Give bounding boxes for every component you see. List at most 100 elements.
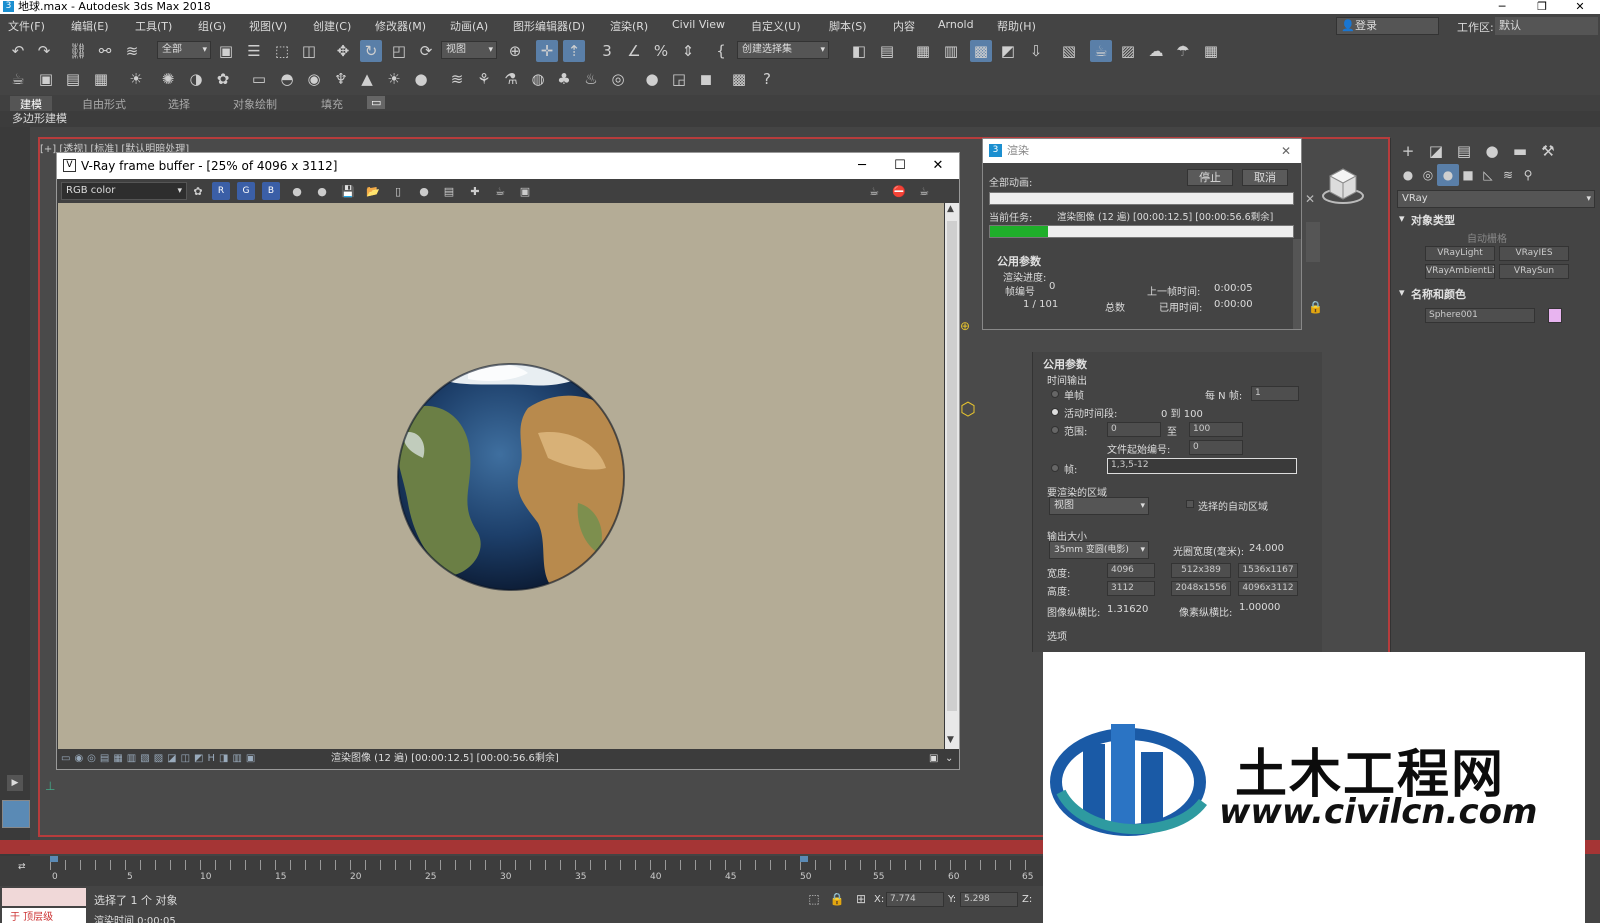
range-radio[interactable] <box>1051 426 1059 434</box>
render-active-shade-icon[interactable]: ☂ <box>1172 40 1194 62</box>
vray-sphere-icon[interactable]: ◍ <box>527 68 549 90</box>
vray-hair-icon[interactable]: ♨ <box>580 68 602 90</box>
menu-views[interactable]: 视图(V) <box>249 18 287 34</box>
vray-dome-icon[interactable]: ✿ <box>212 68 234 90</box>
rotate-icon[interactable]: ↻ <box>360 40 382 62</box>
selection-lock-icon[interactable]: 🔒 <box>826 888 848 910</box>
hierarchy-tab-icon[interactable]: ▤ <box>1453 140 1475 162</box>
render-iterative-icon[interactable]: ☁ <box>1145 40 1167 62</box>
unlink-icon[interactable]: ⚯ <box>94 40 116 62</box>
vray-toolbar-icon[interactable]: ▦ <box>1200 40 1222 62</box>
vrayambientlight-button[interactable]: VRayAmbientLight <box>1425 264 1495 279</box>
scroll-up-icon[interactable]: ▲ <box>947 204 954 214</box>
close-button[interactable]: ✕ <box>1560 0 1600 14</box>
select-manipulate-icon[interactable]: ✛ <box>536 40 558 62</box>
link-icon[interactable]: ⛓ <box>67 40 89 62</box>
menu-arnold[interactable]: Arnold <box>938 18 974 31</box>
name-color-rollout[interactable]: 名称和颜色 <box>1411 286 1466 302</box>
spinner-snap-icon[interactable]: ⇕ <box>677 40 699 62</box>
vrayies-button[interactable]: VRayIES <box>1499 246 1569 261</box>
vray-light-icon[interactable]: ✺ <box>157 68 179 90</box>
menu-civil-view[interactable]: Civil View <box>672 18 725 31</box>
vray-sky-icon[interactable]: ● <box>410 68 432 90</box>
history-icon[interactable]: ▣ <box>516 182 534 200</box>
target-helper-icon[interactable]: ⊕ <box>960 319 970 333</box>
object-type-rollout-icon[interactable]: ▾ <box>1399 212 1405 225</box>
isolate-selection-icon[interactable]: ⬚ <box>803 888 825 910</box>
preset-4096x3112-button[interactable]: 4096x3112 <box>1238 581 1298 596</box>
light-category-dropdown[interactable]: VRay <box>1397 190 1595 208</box>
vfb-render-canvas[interactable] <box>58 203 944 749</box>
help-icon[interactable]: ? <box>756 68 778 90</box>
track-mouse-icon[interactable]: ▤ <box>440 182 458 200</box>
render-dialog-scrollbar[interactable] <box>1293 239 1301 329</box>
lock-icon[interactable]: 🔒 <box>1308 300 1323 314</box>
play-icon[interactable]: ▶ <box>7 775 23 791</box>
vray-camera-icon[interactable]: ◼ <box>695 68 717 90</box>
frames-input[interactable]: 1,3,5-12 <box>1107 458 1297 474</box>
keyboard-shortcut-icon[interactable]: ⇡ <box>563 40 585 62</box>
spacewarps-icon[interactable]: ≋ <box>1497 164 1519 186</box>
workspace-dropdown[interactable]: 默认 <box>1495 17 1598 35</box>
material-editor-icon[interactable]: ⇩ <box>1025 40 1047 62</box>
color-picker-icon[interactable]: ✿ <box>189 182 207 200</box>
every-nth-input[interactable]: 1 <box>1251 386 1299 401</box>
stop-button[interactable]: 停止 <box>1187 169 1233 186</box>
named-selection-dropdown[interactable]: 创建选择集 <box>737 41 829 59</box>
absolute-mode-icon[interactable]: ⊞ <box>850 888 872 910</box>
light-helper-icon[interactable]: ⬡ <box>960 399 976 420</box>
track-bar-toggle-icon[interactable]: ⇄ <box>18 862 26 872</box>
render-progress-dialog[interactable]: 3 渲染 ✕ 全部动画: 停止 取消 当前任务: 渲染图像 (12 遍) [00… <box>982 138 1302 330</box>
menu-create[interactable]: 创建(C) <box>313 18 351 34</box>
menu-modifiers[interactable]: 修改器(M) <box>375 18 426 34</box>
select-object-icon[interactable]: ▣ <box>215 40 237 62</box>
vray-convert-icon[interactable]: ◲ <box>668 68 690 90</box>
toggle-ribbon-icon[interactable]: ▥ <box>940 40 962 62</box>
vray-clipper-icon[interactable]: ⚗ <box>500 68 522 90</box>
menu-content[interactable]: 内容 <box>893 18 915 34</box>
clear-image-icon[interactable]: ▯ <box>389 182 407 200</box>
display-tab-icon[interactable]: ▬ <box>1509 140 1531 162</box>
selection-filter-dropdown[interactable]: 全部 <box>157 41 211 59</box>
menu-help[interactable]: 帮助(H) <box>997 18 1036 34</box>
render-icon[interactable]: ☕ <box>915 182 933 200</box>
area-to-render-dropdown[interactable]: 视图 <box>1049 497 1149 515</box>
tab-selection[interactable]: 选择 <box>168 96 190 112</box>
vfb-channel-dropdown[interactable]: RGB color ▾ <box>61 182 187 200</box>
vray-dome-light-icon[interactable]: ◓ <box>276 68 298 90</box>
menu-graph-editors[interactable]: 图形编辑器(D) <box>513 18 585 34</box>
vray-frame-buffer-icon[interactable]: ▩ <box>728 68 750 90</box>
x-coord-input[interactable]: 7.774 <box>886 892 944 907</box>
login-dropdown[interactable]: 👤 登录 <box>1336 17 1439 35</box>
object-name-input[interactable]: Sphere001 <box>1425 308 1535 323</box>
width-input[interactable]: 4096 <box>1107 563 1155 578</box>
name-color-rollout-icon[interactable]: ▾ <box>1399 286 1405 299</box>
maxscript-listener[interactable] <box>2 888 86 906</box>
lights-icon[interactable]: ● <box>1437 164 1459 186</box>
render-setup-icon[interactable]: ▧ <box>1058 40 1080 62</box>
render-last-icon[interactable]: ☕ <box>865 182 883 200</box>
vfb-expand-icon[interactable]: ▣ <box>929 749 938 769</box>
frames-radio[interactable] <box>1051 464 1059 472</box>
layer-explorer-icon[interactable]: ▦ <box>912 40 934 62</box>
viewport-layout-icon[interactable] <box>2 800 30 828</box>
tab-populate[interactable]: 填充 <box>321 96 343 112</box>
object-color-swatch[interactable] <box>1548 308 1562 323</box>
single-frame-radio[interactable] <box>1051 390 1059 398</box>
modify-tab-icon[interactable]: ◪ <box>1425 140 1447 162</box>
menu-edit[interactable]: 编辑(E) <box>71 18 109 34</box>
cancel-button[interactable]: 取消 <box>1242 169 1288 186</box>
render-production-icon[interactable]: ▨ <box>1117 40 1139 62</box>
render-frame-icon[interactable]: ▣ <box>35 68 57 90</box>
scale-icon[interactable]: ◰ <box>388 40 410 62</box>
geometry-icon[interactable]: ● <box>1397 164 1419 186</box>
preset-512x389-button[interactable]: 512x389 <box>1171 563 1231 578</box>
tab-object-paint[interactable]: 对象绘制 <box>233 96 277 112</box>
vray-spot-icon[interactable]: ▲ <box>356 68 378 90</box>
stop-render-icon[interactable]: ⛔ <box>890 182 908 200</box>
teapot-icon[interactable]: ☕ <box>7 68 29 90</box>
vray-plant-icon[interactable]: ♣ <box>553 68 575 90</box>
vfb-title-bar[interactable]: V V-Ray frame buffer - [25% of 4096 x 31… <box>57 153 959 179</box>
render-dialog-title-bar[interactable]: 3 渲染 ✕ <box>983 139 1301 163</box>
shapes-icon[interactable]: ◎ <box>1417 164 1439 186</box>
